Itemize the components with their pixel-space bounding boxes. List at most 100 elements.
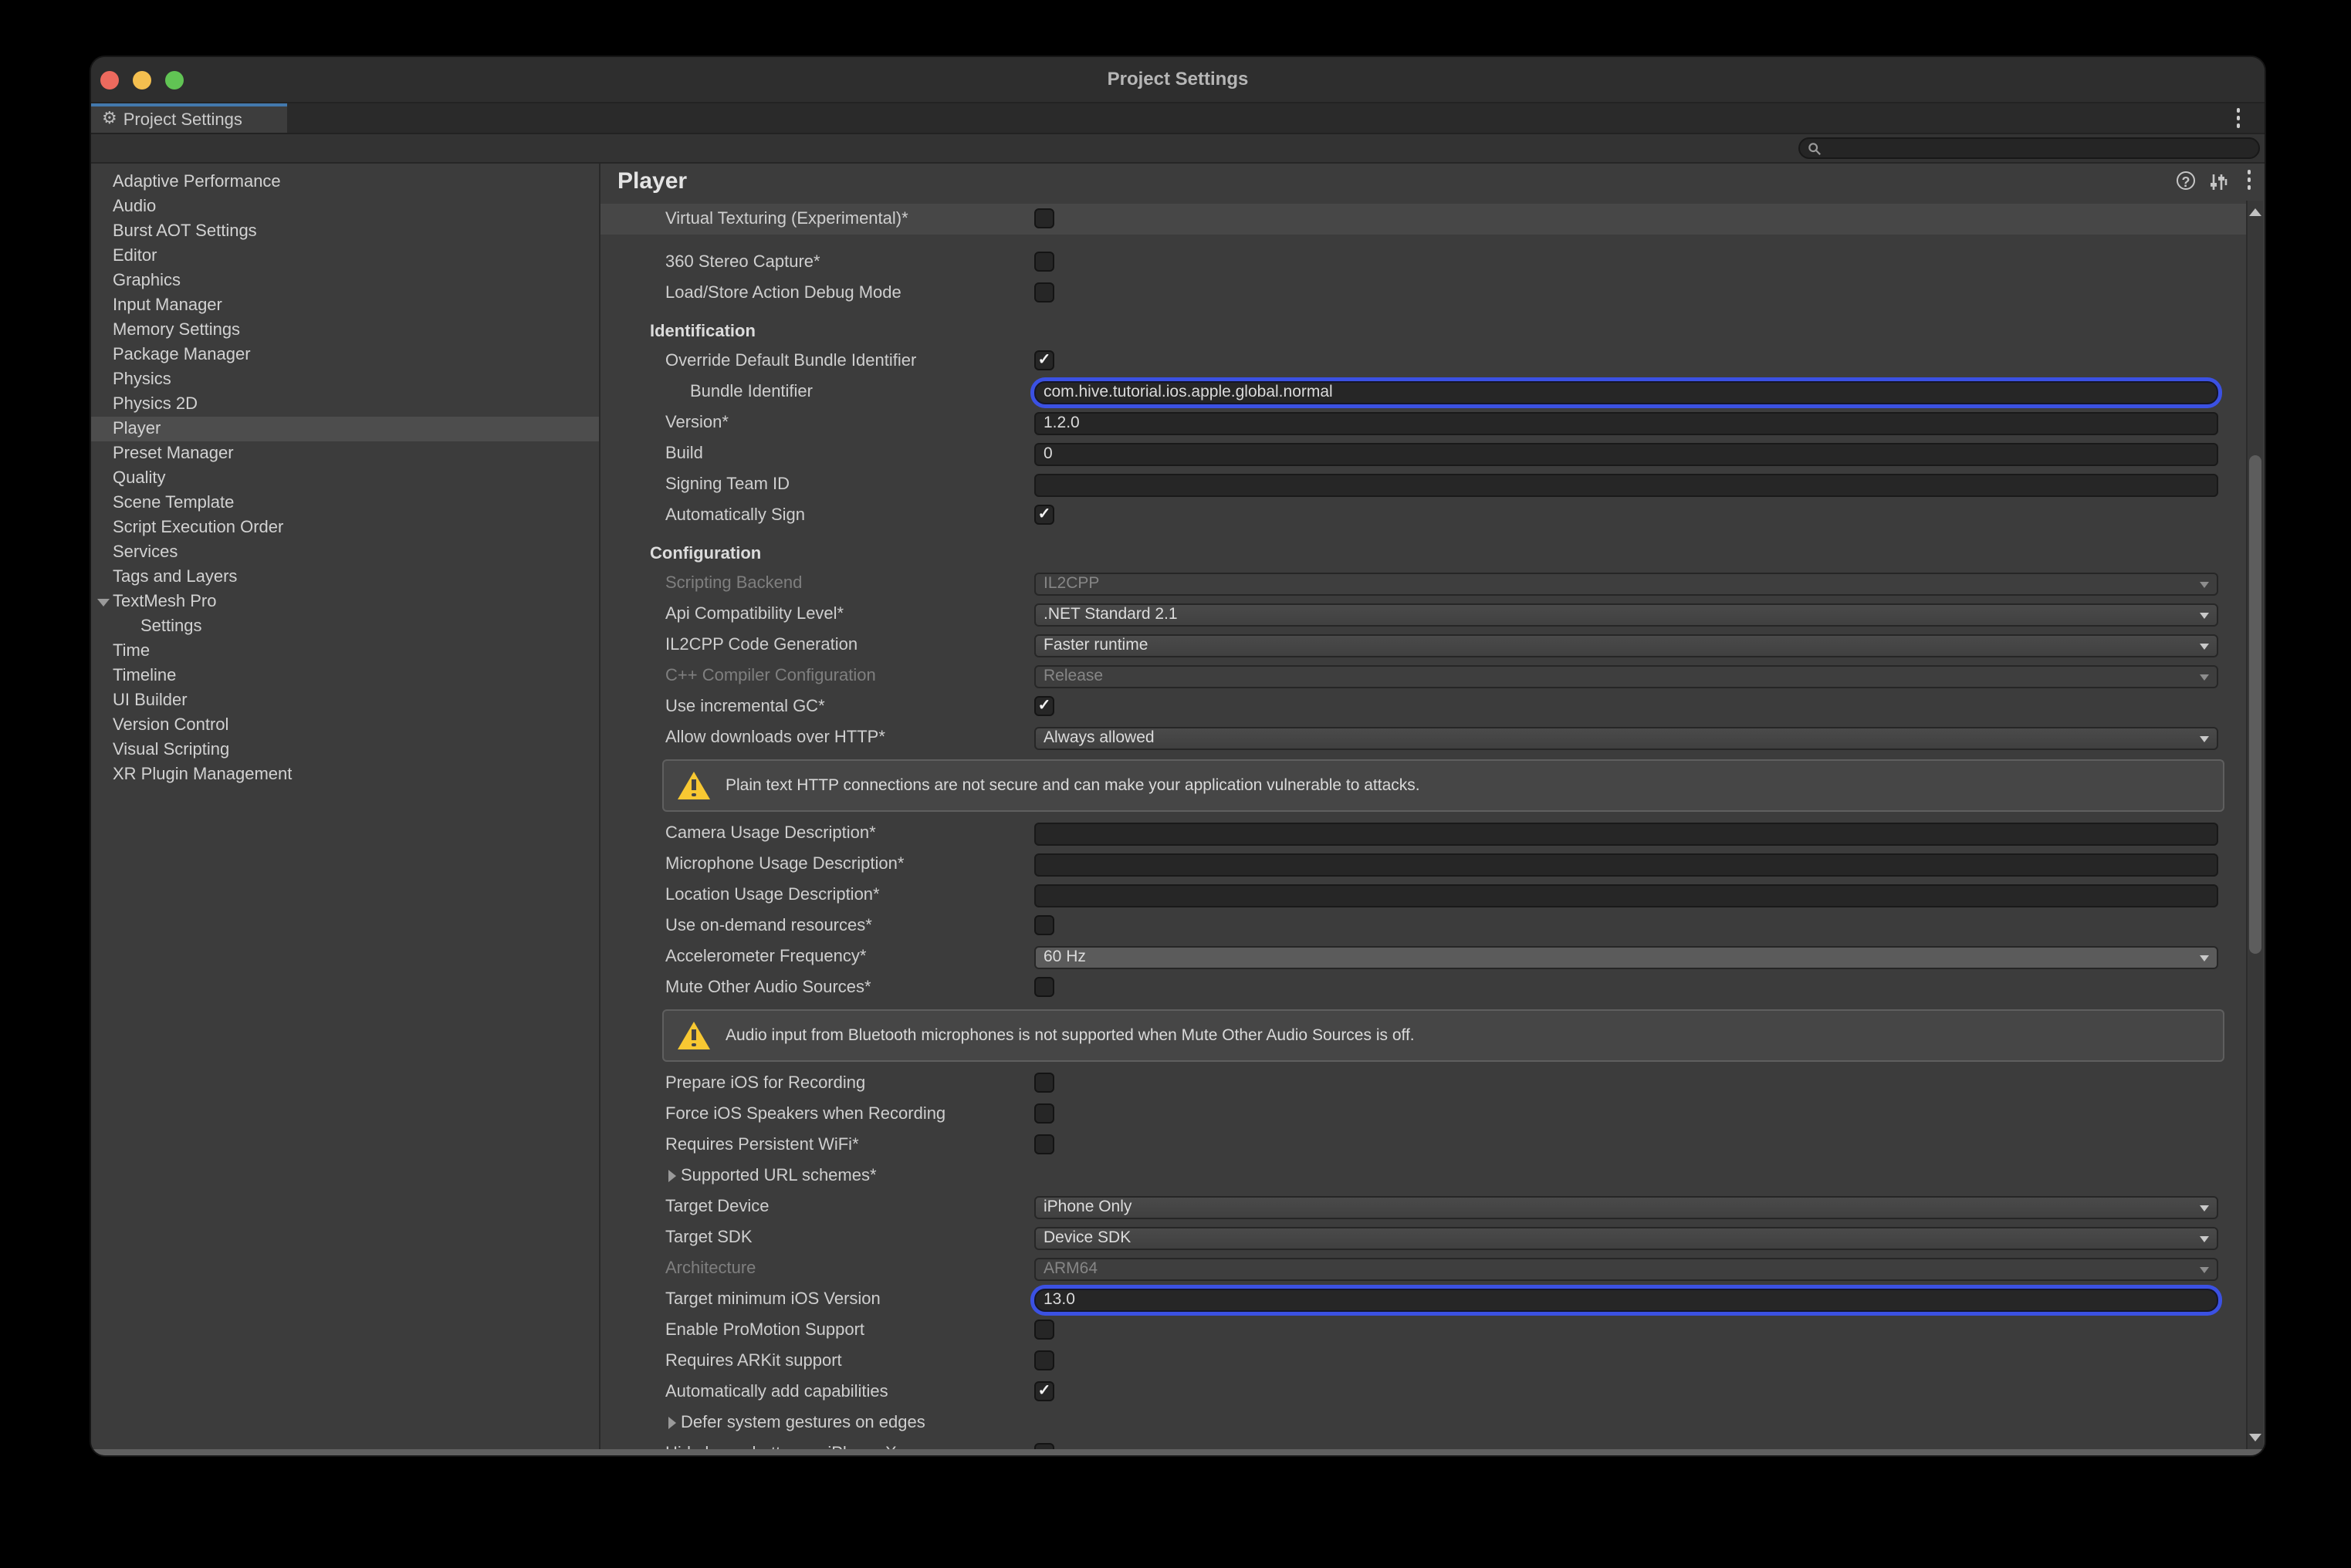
text-input[interactable]: 13.0 [1034, 1288, 2218, 1311]
checkbox[interactable] [1034, 282, 1054, 302]
scrollbar-thumb[interactable] [2249, 455, 2261, 954]
tab-project-settings[interactable]: ⚙ Project Settings [91, 103, 287, 133]
checkbox[interactable]: ✓ [1034, 696, 1054, 716]
sidebar-item-editor[interactable]: Editor [91, 244, 599, 269]
project-settings-window: Project Settings ⚙ Project Settings Adap… [91, 57, 2265, 1455]
sidebar-item-label: Tags and Layers [113, 568, 237, 586]
text-input[interactable] [1034, 822, 2218, 845]
settings-pane: Player Virtual Texturing (Experimental)*… [600, 164, 2265, 1449]
sidebar-item-physics[interactable]: Physics [91, 367, 599, 392]
sidebar-item-timeline[interactable]: Timeline [91, 664, 599, 688]
kebab-menu-icon[interactable] [2241, 170, 2257, 190]
dropdown[interactable]: 60 Hz [1034, 945, 2218, 968]
sidebar-item-textmesh-pro[interactable]: TextMesh Pro [91, 590, 599, 614]
sidebar-item-services[interactable]: Services [91, 540, 599, 565]
sidebar-item-label: Time [113, 642, 150, 661]
sidebar-item-script-execution-order[interactable]: Script Execution Order [91, 515, 599, 540]
dropdown[interactable]: .NET Standard 2.1 [1034, 603, 2218, 626]
sidebar-item-physics-2d[interactable]: Physics 2D [91, 392, 599, 417]
sidebar-item-scene-template[interactable]: Scene Template [91, 491, 599, 515]
text-input[interactable] [1034, 884, 2218, 907]
checkbox[interactable] [1034, 1073, 1054, 1093]
field-label: Mute Other Audio Sources* [665, 978, 871, 997]
checkbox[interactable] [1034, 1443, 1054, 1449]
sidebar-item-adaptive-performance[interactable]: Adaptive Performance [91, 170, 599, 194]
sidebar-item-player[interactable]: Player [91, 417, 599, 441]
checkbox[interactable]: ✓ [1034, 1381, 1054, 1401]
foldout-closed-arrow-icon[interactable] [668, 1169, 676, 1181]
checkbox[interactable]: ✓ [1034, 505, 1054, 525]
sidebar-item-time[interactable]: Time [91, 639, 599, 664]
checkbox[interactable] [1034, 208, 1054, 228]
checkbox[interactable]: ✓ [1034, 350, 1054, 370]
field-label: C++ Compiler Configuration [665, 667, 876, 685]
sidebar-item-tags-and-layers[interactable]: Tags and Layers [91, 565, 599, 590]
sidebar-item-xr-plugin-management[interactable]: XR Plugin Management [91, 762, 599, 787]
dropdown[interactable]: iPhone Only [1034, 1195, 2218, 1218]
help-icon[interactable] [2177, 171, 2195, 190]
vertical-scrollbar[interactable] [2246, 201, 2263, 1449]
tab-strip: ⚙ Project Settings [91, 103, 2265, 134]
text-input[interactable]: 1.2.0 [1034, 411, 2218, 434]
presets-icon[interactable] [2209, 171, 2231, 193]
gear-icon: ⚙ [102, 111, 117, 128]
sidebar-item-settings[interactable]: Settings [91, 614, 599, 639]
text-input[interactable] [1034, 473, 2218, 496]
settings-row: C++ Compiler Configuration Release [600, 661, 2246, 691]
text-input[interactable] [1034, 853, 2218, 876]
dropdown[interactable]: Always allowed [1034, 726, 2218, 749]
dropdown[interactable]: IL2CPP [1034, 572, 2218, 595]
sidebar-item-visual-scripting[interactable]: Visual Scripting [91, 738, 599, 762]
dropdown[interactable]: Device SDK [1034, 1226, 2218, 1249]
toolbar [91, 134, 2265, 164]
dropdown[interactable]: Release [1034, 664, 2218, 688]
foldout-open-arrow-icon[interactable] [97, 598, 110, 606]
scroll-up-arrow-icon[interactable] [2249, 208, 2261, 216]
sidebar-item-preset-manager[interactable]: Preset Manager [91, 441, 599, 466]
settings-row: Prepare iOS for Recording [600, 1068, 2246, 1099]
checkbox[interactable] [1034, 252, 1054, 272]
window-bottom-edge[interactable] [91, 1449, 2265, 1455]
sidebar-item-version-control[interactable]: Version Control [91, 713, 599, 738]
field-label: Override Default Bundle Identifier [665, 352, 916, 370]
dropdown-value: Device SDK [1044, 1228, 1131, 1246]
sidebar-item-input-manager[interactable]: Input Manager [91, 293, 599, 318]
settings-row: Target SDKDevice SDK [600, 1222, 2246, 1253]
chevron-down-icon [2200, 643, 2209, 649]
field-label: Load/Store Action Debug Mode [665, 284, 901, 302]
sidebar-item-graphics[interactable]: Graphics [91, 269, 599, 293]
checkbox[interactable] [1034, 977, 1054, 997]
foldout-closed-arrow-icon[interactable] [668, 1416, 676, 1428]
sidebar-item-audio[interactable]: Audio [91, 194, 599, 219]
checkbox[interactable] [1034, 1134, 1054, 1154]
sidebar-item-memory-settings[interactable]: Memory Settings [91, 318, 599, 343]
checkbox[interactable] [1034, 1320, 1054, 1340]
scroll-down-arrow-icon[interactable] [2249, 1434, 2261, 1441]
dropdown[interactable]: Faster runtime [1034, 634, 2218, 657]
settings-row: Build0 [600, 438, 2246, 469]
field-label: Allow downloads over HTTP* [665, 728, 885, 747]
sidebar-item-label: XR Plugin Management [113, 765, 292, 784]
field-label: Use incremental GC* [665, 698, 825, 716]
field-label: Architecture [665, 1259, 756, 1278]
checkbox[interactable] [1034, 1103, 1054, 1124]
titlebar[interactable]: Project Settings [91, 57, 2265, 103]
checkbox[interactable] [1034, 915, 1054, 935]
sidebar-list: Adaptive PerformanceAudioBurst AOT Setti… [91, 164, 600, 1449]
settings-row: Bundle Identifiercom.hive.tutorial.ios.a… [600, 377, 2246, 407]
sidebar-item-burst-aot-settings[interactable]: Burst AOT Settings [91, 219, 599, 244]
search-input[interactable] [1798, 137, 2260, 159]
sidebar-item-package-manager[interactable]: Package Manager [91, 343, 599, 367]
text-input[interactable]: 0 [1034, 442, 2218, 465]
text-input[interactable]: com.hive.tutorial.ios.apple.global.norma… [1034, 380, 2218, 404]
warning-banner: Plain text HTTP connections are not secu… [662, 759, 2224, 812]
sidebar-item-label: Editor [113, 247, 157, 265]
settings-row: Version*1.2.0 [600, 407, 2246, 438]
checkbox[interactable] [1034, 1350, 1054, 1370]
kebab-menu-icon[interactable] [2231, 108, 2246, 128]
dropdown[interactable]: ARM64 [1034, 1257, 2218, 1280]
sidebar-item-label: Physics [113, 370, 171, 389]
sidebar-item-quality[interactable]: Quality [91, 466, 599, 491]
sidebar-item-ui-builder[interactable]: UI Builder [91, 688, 599, 713]
field-label: Use on-demand resources* [665, 917, 872, 935]
